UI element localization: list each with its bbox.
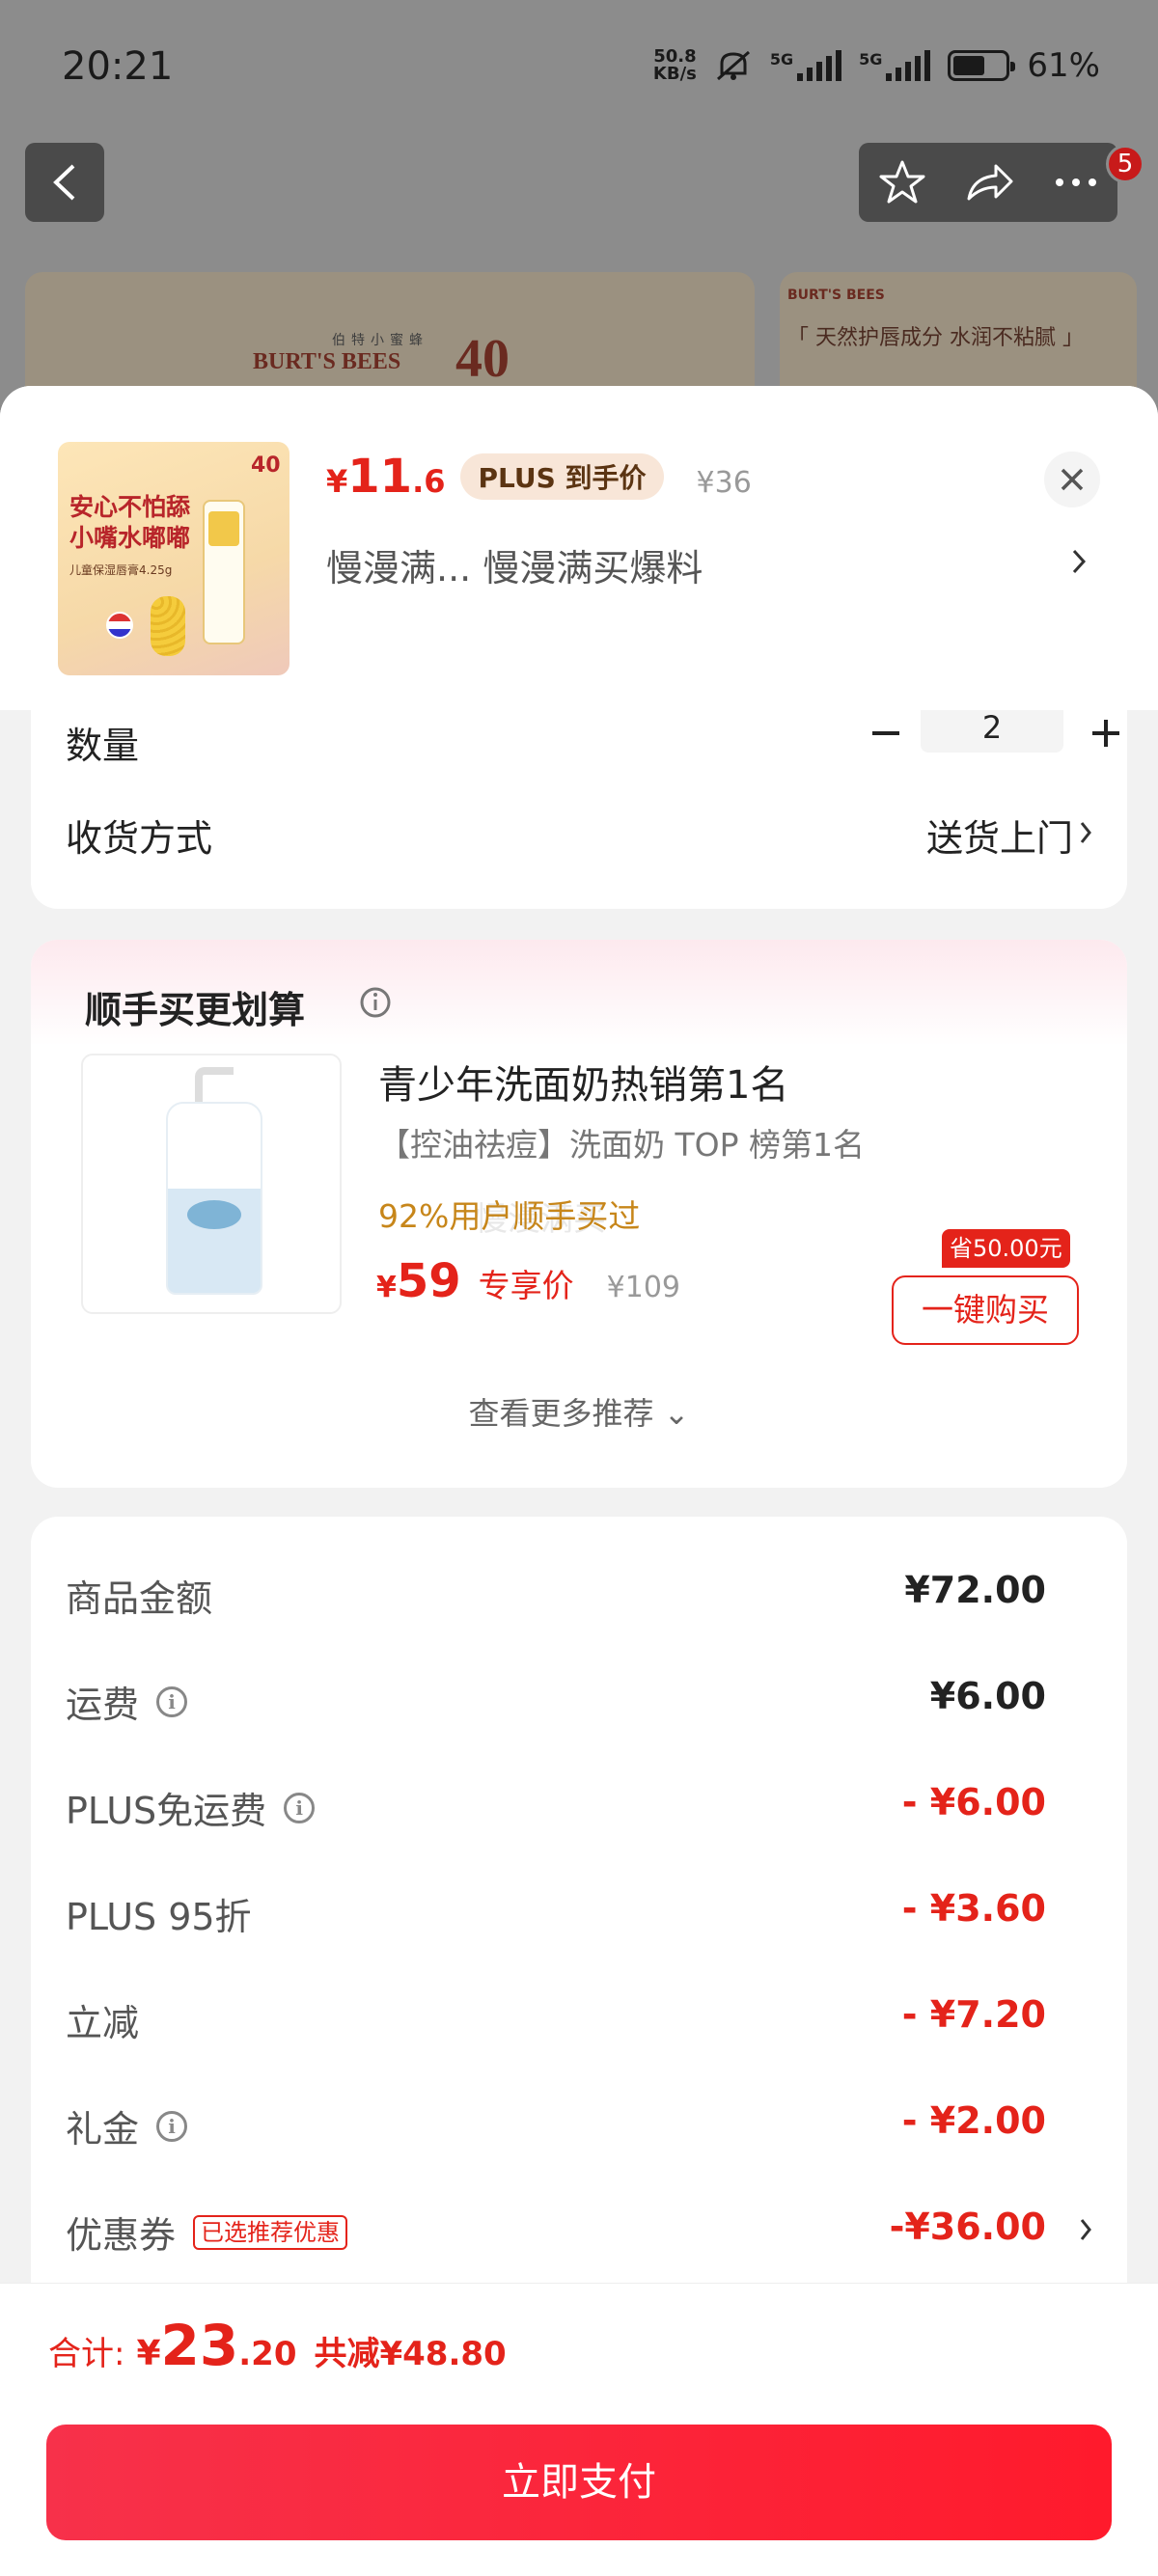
fee-row: 运费 i ¥6.00 — [66, 1675, 1092, 1733]
plus-price-chip: PLUS 到手价 — [460, 453, 664, 500]
signal-1: 5G — [770, 50, 842, 81]
banner-brand-en: BURT'S BEES — [253, 349, 401, 374]
total-dec: .20 — [238, 2335, 297, 2373]
price-int: 11 — [347, 450, 413, 504]
fee-label: 运费 i — [66, 1675, 188, 1728]
flag-icon — [106, 612, 133, 639]
back-icon — [53, 164, 75, 201]
net-speed: 50.8 KB/s — [652, 46, 697, 84]
coupon-chip: 已选推荐优惠 — [193, 2214, 348, 2250]
minus-icon[interactable] — [867, 714, 905, 753]
quantity-label: 数量 — [66, 725, 140, 767]
fee-row: PLUS 95折 - ¥3.60 — [66, 1887, 1092, 1945]
chevron-right-icon[interactable] — [1071, 548, 1087, 575]
fee-row: 立减 - ¥7.20 — [66, 1993, 1092, 2051]
signal-2: 5G — [859, 50, 931, 81]
selected-variant[interactable]: 慢漫满... 慢漫满买爆料 — [326, 538, 703, 591]
recommend-original-price: ¥109 — [606, 1271, 681, 1304]
recommend-price-label: 专享价 — [478, 1267, 574, 1304]
thumbnail-tagline: 安心不怕舔 小嘴水嘟嘟 — [69, 493, 191, 552]
share-icon[interactable] — [965, 160, 1015, 205]
fee-value: - ¥6.00 — [901, 1781, 1046, 1823]
corn-image — [151, 596, 185, 656]
close-icon — [1061, 468, 1084, 491]
plus-icon[interactable] — [1087, 714, 1125, 753]
recommend-item-name[interactable]: 青少年洗面奶热销第1名 — [378, 1054, 788, 1110]
total-yen: ¥ — [136, 2334, 161, 2373]
battery-icon — [948, 50, 1016, 81]
options-card: 数量 2 收货方式 送货上门 — [31, 675, 1127, 909]
more-icon[interactable] — [1054, 177, 1098, 188]
info-icon[interactable]: i — [156, 2110, 188, 2142]
status-indicators: 50.8 KB/s 5G 5G 61% — [653, 46, 1100, 85]
fee-value: - ¥7.20 — [901, 1993, 1046, 2036]
price-dec: .6 — [412, 463, 446, 500]
fee-value: - ¥3.60 — [901, 1887, 1046, 1930]
banner-brand-cn: 伯特小蜜蜂 — [332, 333, 428, 348]
recommend-price-yen: ¥ — [376, 1271, 397, 1304]
pay-now-button[interactable]: 立即支付 — [46, 2425, 1112, 2540]
message-badge: 5 — [1106, 145, 1144, 183]
delivery-label: 收货方式 — [66, 817, 213, 860]
total-reduced: 共减¥48.80 — [314, 2335, 507, 2373]
battery-fill — [953, 56, 985, 75]
chevron-right-icon[interactable] — [1079, 820, 1092, 845]
status-bar: 20:21 50.8 KB/s 5G 5G 61% — [0, 0, 1158, 135]
recommend-title: 顺手买更划算 — [85, 989, 306, 1031]
fee-value: ¥6.00 — [929, 1675, 1046, 1717]
recommend-price: 59 — [396, 1254, 461, 1308]
recommend-item-buyers: 92%用户顺手买过 — [378, 1197, 641, 1235]
total-int: 23 — [160, 2313, 239, 2378]
backdrop-page: 20:21 50.8 KB/s 5G 5G 61% 5 伯特小蜜蜂 BURT'S… — [0, 0, 1158, 407]
fee-label: 商品金额 — [66, 1577, 213, 1620]
one-click-buy-button[interactable]: 一键购买 — [892, 1275, 1079, 1345]
banner-right-tagline: 「 天然护唇成分 水润不粘腻 」 — [787, 326, 1084, 350]
fee-row: PLUS免运费 i - ¥6.00 — [66, 1781, 1092, 1839]
banner-right-brand: BURT'S BEES — [787, 288, 885, 303]
nav-actions — [859, 143, 1117, 222]
product-price-row: ¥ 11 .6 PLUS 到手价 ¥36 — [326, 450, 752, 504]
fee-label: 优惠券 已选推荐优惠 — [66, 2206, 348, 2259]
close-button[interactable] — [1044, 452, 1100, 507]
fee-value: -¥36.00 — [889, 2206, 1046, 2248]
checkout-footer: 合计: ¥ 23 .20 共减¥48.80 立即支付 — [0, 2283, 1158, 2576]
battery-percent: 61% — [1027, 46, 1100, 85]
banner-anniversary: 40 — [455, 329, 510, 389]
fee-label: 立减 — [66, 2002, 140, 2044]
status-time: 20:21 — [62, 44, 174, 89]
save-badge: 省50.00元 — [942, 1229, 1070, 1268]
info-icon[interactable] — [359, 986, 392, 1019]
fee-label: PLUS免运费 i — [66, 1781, 316, 1834]
lip-balm-image — [203, 500, 245, 644]
star-icon[interactable] — [878, 158, 926, 206]
bell-muted-icon — [716, 50, 750, 81]
back-button[interactable] — [25, 143, 104, 222]
total-row: 合计: ¥ 23 .20 共减¥48.80 — [48, 2313, 507, 2378]
product-thumbnail[interactable]: 40 安心不怕舔 小嘴水嘟嘟 儿童保湿唇膏4.25g — [58, 442, 290, 675]
product-header: 40 安心不怕舔 小嘴水嘟嘟 儿童保湿唇膏4.25g ¥ 11 .6 PLUS … — [0, 386, 1158, 710]
fee-value: ¥72.00 — [904, 1569, 1046, 1611]
checkout-sheet: 40 安心不怕舔 小嘴水嘟嘟 儿童保湿唇膏4.25g ¥ 11 .6 PLUS … — [0, 386, 1158, 2576]
total-label: 合计: — [48, 2335, 125, 2373]
price-yen: ¥ — [326, 463, 348, 500]
original-price: ¥36 — [696, 466, 752, 500]
see-more-recommend[interactable]: 查看更多推荐 ⌄ — [31, 1389, 1127, 1434]
recommend-item-desc: 【控油祛痘】洗面奶 TOP 榜第1名 — [378, 1126, 866, 1164]
fee-row[interactable]: 优惠券 已选推荐优惠 -¥36.00 — [66, 2206, 1092, 2263]
delivery-value[interactable]: 送货上门 — [926, 808, 1073, 862]
info-icon[interactable]: i — [284, 1792, 316, 1823]
recommend-item-image[interactable] — [81, 1054, 342, 1314]
fee-label: 礼金 i — [66, 2099, 188, 2152]
thumbnail-badge: 40 — [251, 453, 281, 478]
fee-row: 商品金额 ¥72.00 — [66, 1569, 1092, 1627]
recommend-card: 顺手买更划算 青少年洗面奶热销第1名 【控油祛痘】洗面奶 TOP 榜第1名 慢漫… — [31, 940, 1127, 1488]
fee-value: - ¥2.00 — [901, 2099, 1046, 2142]
chevron-right-icon[interactable] — [1079, 2217, 1092, 2242]
info-icon[interactable]: i — [156, 1685, 188, 1717]
recommend-price-row: ¥ 59 专享价 ¥109 — [376, 1254, 680, 1308]
fee-label: PLUS 95折 — [66, 1896, 252, 1938]
thumbnail-sub: 儿童保湿唇膏4.25g — [69, 563, 173, 577]
fee-row: 礼金 i - ¥2.00 — [66, 2099, 1092, 2157]
